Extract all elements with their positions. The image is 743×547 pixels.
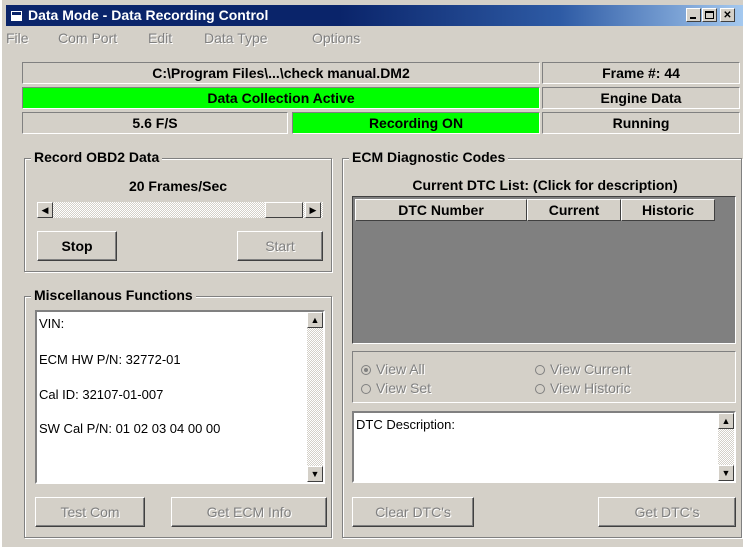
frame-counter: Frame #: 44 xyxy=(542,62,740,84)
arrow-up-icon: ▲ xyxy=(310,315,320,325)
dtc-grid[interactable]: DTC Number Current Historic xyxy=(352,196,736,344)
maximize-button[interactable] xyxy=(702,8,717,22)
radio-icon xyxy=(361,384,371,394)
radio-view-set[interactable]: View Set xyxy=(361,380,431,396)
radio-view-all-label: View All xyxy=(376,361,425,377)
ecm-group-title: ECM Diagnostic Codes xyxy=(349,149,509,165)
rate-slider[interactable]: ◀ ▶ xyxy=(37,202,323,218)
scroll-right-button[interactable]: ▶ xyxy=(305,202,321,218)
cal-id-line: Cal ID: 32107-01-007 xyxy=(39,387,164,402)
app-icon[interactable] xyxy=(10,10,23,22)
misc-group-title: Miscellanous Functions xyxy=(31,287,196,303)
hw-pn-line: ECM HW P/N: 32772-01 xyxy=(39,352,181,367)
scroll-down-button[interactable]: ▼ xyxy=(718,465,734,481)
menu-file[interactable]: File xyxy=(6,30,29,46)
arrow-down-icon: ▼ xyxy=(721,468,731,478)
close-icon: ✕ xyxy=(723,10,732,21)
scroll-down-button[interactable]: ▼ xyxy=(307,466,323,482)
menu-data-type[interactable]: Data Type xyxy=(204,30,268,46)
radio-icon xyxy=(535,365,545,375)
scroll-up-button[interactable]: ▲ xyxy=(718,413,734,429)
record-obd2-group: Record OBD2 Data 20 Frames/Sec ◀ ▶ Stop … xyxy=(24,149,332,272)
collection-status: Data Collection Active xyxy=(22,87,540,109)
main-window: Data Mode - Data Recording Control ✕ Fil… xyxy=(0,0,743,547)
radio-view-current-label: View Current xyxy=(550,361,631,377)
description-scrollbar[interactable]: ▲ ▼ xyxy=(718,413,734,481)
get-ecm-info-button[interactable]: Get ECM Info xyxy=(171,497,327,527)
radio-selected-icon xyxy=(361,365,371,375)
minimize-button[interactable] xyxy=(686,8,701,22)
arrow-up-icon: ▲ xyxy=(721,416,731,426)
view-options-frame: View All View Current View Set View Hist… xyxy=(352,351,736,403)
engine-state-panel: Running xyxy=(542,112,740,134)
recording-status: Recording ON xyxy=(292,112,540,134)
slider-thumb[interactable] xyxy=(265,202,303,218)
scroll-left-button[interactable]: ◀ xyxy=(37,202,53,218)
ecm-info-textbox[interactable]: VIN: ECM HW P/N: 32772-01 Cal ID: 32107-… xyxy=(35,310,325,484)
window-title: Data Mode - Data Recording Control xyxy=(28,7,269,23)
arrow-left-icon: ◀ xyxy=(41,205,49,215)
misc-functions-group: Miscellanous Functions VIN: ECM HW P/N: … xyxy=(24,287,332,538)
col-current[interactable]: Current xyxy=(527,199,621,221)
data-type-panel: Engine Data xyxy=(542,87,740,109)
radio-view-current[interactable]: View Current xyxy=(535,361,631,377)
clear-dtc-button[interactable]: Clear DTC's xyxy=(352,497,474,527)
file-path-panel: C:\Program Files\...\check manual.DM2 xyxy=(22,62,540,84)
test-com-button[interactable]: Test Com xyxy=(35,497,145,527)
menu-edit[interactable]: Edit xyxy=(148,30,172,46)
radio-view-set-label: View Set xyxy=(376,380,431,396)
radio-view-all[interactable]: View All xyxy=(361,361,425,377)
arrow-down-icon: ▼ xyxy=(310,469,320,479)
col-dtc-number[interactable]: DTC Number xyxy=(355,199,527,221)
start-button[interactable]: Start xyxy=(237,231,323,261)
title-bar[interactable]: Data Mode - Data Recording Control ✕ xyxy=(6,5,743,26)
ecm-diagnostic-group: ECM Diagnostic Codes Current DTC List: (… xyxy=(342,149,742,538)
menu-options[interactable]: Options xyxy=(312,30,360,46)
minimize-icon xyxy=(690,17,696,19)
maximize-icon xyxy=(705,11,714,19)
col-historic[interactable]: Historic xyxy=(621,199,715,221)
dtc-description-box[interactable]: DTC Description: ▲ ▼ xyxy=(352,411,736,483)
radio-view-historic[interactable]: View Historic xyxy=(535,380,631,396)
dtc-description-label: DTC Description: xyxy=(356,417,455,432)
radio-icon xyxy=(535,384,545,394)
arrow-right-icon: ▶ xyxy=(309,205,317,215)
scroll-up-button[interactable]: ▲ xyxy=(307,312,323,328)
vin-line: VIN: xyxy=(39,316,65,331)
rate-label: 20 Frames/Sec xyxy=(128,178,228,194)
get-dtc-button[interactable]: Get DTC's xyxy=(598,497,736,527)
frame-rate-panel: 5.6 F/S xyxy=(22,112,288,134)
info-scrollbar[interactable]: ▲ ▼ xyxy=(307,312,323,482)
record-group-title: Record OBD2 Data xyxy=(31,149,163,165)
dtc-list-caption: Current DTC List: (Click for description… xyxy=(412,177,678,193)
stop-button[interactable]: Stop xyxy=(37,231,117,261)
menu-com-port[interactable]: Com Port xyxy=(58,30,117,46)
radio-view-historic-label: View Historic xyxy=(550,380,631,396)
sw-cal-line: SW Cal P/N: 01 02 03 04 00 00 xyxy=(39,421,221,436)
close-button[interactable]: ✕ xyxy=(720,8,735,22)
